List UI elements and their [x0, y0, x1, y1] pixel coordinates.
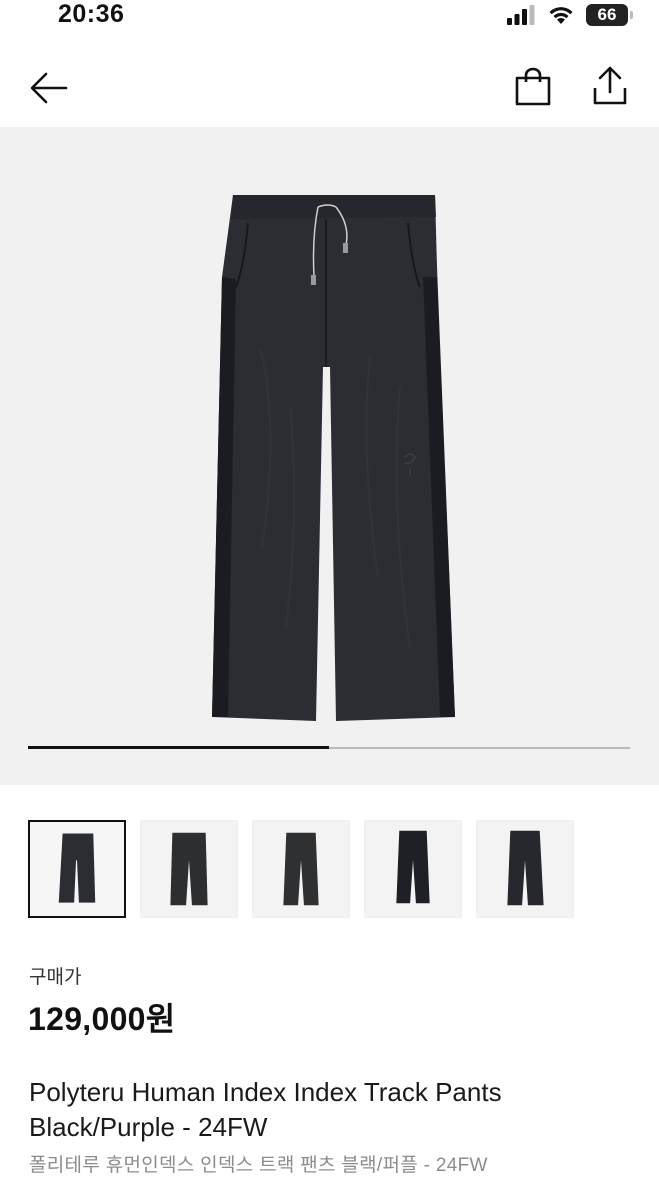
product-image — [212, 195, 455, 721]
product-name-en-line1: Polyteru Human Index Index Track Pants — [29, 1077, 502, 1107]
thumbnail-3[interactable] — [252, 820, 350, 918]
battery-icon: 66 — [586, 4, 633, 26]
battery-level: 66 — [586, 4, 628, 26]
product-image-gallery[interactable] — [0, 127, 659, 785]
back-button[interactable] — [26, 68, 72, 108]
status-time: 20:36 — [58, 0, 125, 28]
cart-button[interactable] — [512, 66, 554, 108]
thumbnail-image — [396, 830, 430, 904]
gallery-progress — [28, 746, 630, 749]
thumbnail-strip — [28, 820, 574, 918]
nav-bar — [0, 56, 659, 122]
thumbnail-image — [170, 832, 208, 906]
thumbnail-image — [283, 832, 319, 906]
pants-silhouette — [212, 195, 455, 721]
status-bar: 20:36 66 — [0, 0, 659, 40]
share-button[interactable] — [588, 64, 632, 108]
gallery-progress-fill — [28, 746, 329, 749]
signal-icon — [507, 5, 535, 25]
price-value: 129,000원 — [28, 1001, 176, 1037]
price-label: 구매가 — [29, 967, 82, 988]
product-name-en-line2: Black/Purple - 24FW — [29, 1112, 268, 1142]
thumbnail-image — [58, 833, 96, 903]
battery-tip — [630, 11, 633, 19]
share-icon — [593, 66, 627, 105]
thumbnail-5[interactable] — [476, 820, 574, 918]
thumbnail-1[interactable] — [28, 820, 126, 918]
product-name-en: Polyteru Human Index Index Track Pants B… — [29, 1075, 629, 1145]
thumbnail-image — [507, 830, 544, 906]
pants-waistband — [232, 195, 436, 219]
shopping-bag-icon — [515, 67, 551, 106]
thumbnail-2[interactable] — [140, 820, 238, 918]
product-name-ko: 폴리테루 휴먼인덱스 인덱스 트랙 팬츠 블랙/퍼플 - 24FW — [29, 1155, 488, 1176]
arrow-left-icon — [30, 72, 68, 104]
status-icons: 66 — [506, 4, 633, 26]
wifi-icon — [549, 7, 573, 24]
thumbnail-4[interactable] — [364, 820, 462, 918]
